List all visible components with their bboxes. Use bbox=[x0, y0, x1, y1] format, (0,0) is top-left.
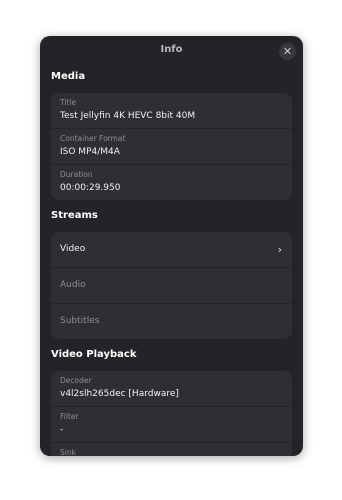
field-value: 00:00:29.950 bbox=[60, 183, 121, 193]
stream-label: Audio bbox=[60, 280, 86, 290]
close-icon: ✕ bbox=[282, 45, 293, 58]
field-value: v4l2slh265dec [Hardware] bbox=[60, 389, 179, 399]
streams-card: Video › Audio Subtitles bbox=[51, 232, 292, 339]
media-row-container-format: Container Format ISO MP4/M4A bbox=[51, 129, 292, 165]
stream-row-audio: Audio bbox=[51, 268, 292, 304]
stream-row-video[interactable]: Video › bbox=[51, 232, 292, 268]
field-label: Sink bbox=[60, 448, 76, 456]
stream-row-subtitles: Subtitles bbox=[51, 304, 292, 339]
playback-row-filter: Filter - bbox=[51, 407, 292, 443]
info-dialog: Info ✕ Media Title Test Jellyfin 4K HEVC… bbox=[40, 36, 303, 456]
chevron-right-icon: › bbox=[277, 243, 282, 256]
field-label: Duration bbox=[60, 170, 93, 179]
playback-row-decoder: Decoder v4l2slh265dec [Hardware] bbox=[51, 371, 292, 407]
media-card: Title Test Jellyfin 4K HEVC 8bit 40M Con… bbox=[51, 93, 292, 200]
field-value: - bbox=[60, 425, 64, 435]
playback-row-sink: Sink bbox=[51, 443, 292, 456]
field-label: Decoder bbox=[60, 376, 92, 385]
video-playback-card: Decoder v4l2slh265dec [Hardware] Filter … bbox=[51, 371, 292, 456]
field-value: Test Jellyfin 4K HEVC 8bit 40M bbox=[60, 111, 196, 121]
stream-label: Video bbox=[60, 244, 86, 254]
dialog-title: Info bbox=[160, 44, 183, 55]
media-row-duration: Duration 00:00:29.950 bbox=[51, 165, 292, 200]
stream-label: Subtitles bbox=[60, 316, 100, 326]
section-title-streams: Streams bbox=[51, 210, 98, 221]
section-title-video-playback: Video Playback bbox=[51, 349, 137, 360]
close-button[interactable]: ✕ bbox=[279, 43, 296, 60]
section-title-media: Media bbox=[51, 71, 86, 82]
media-row-title: Title Test Jellyfin 4K HEVC 8bit 40M bbox=[51, 93, 292, 129]
dialog-header: Info ✕ bbox=[40, 36, 303, 66]
field-label: Container Format bbox=[60, 134, 126, 143]
field-label: Title bbox=[60, 98, 77, 107]
field-value: ISO MP4/M4A bbox=[60, 147, 120, 157]
field-label: Filter bbox=[60, 412, 79, 421]
